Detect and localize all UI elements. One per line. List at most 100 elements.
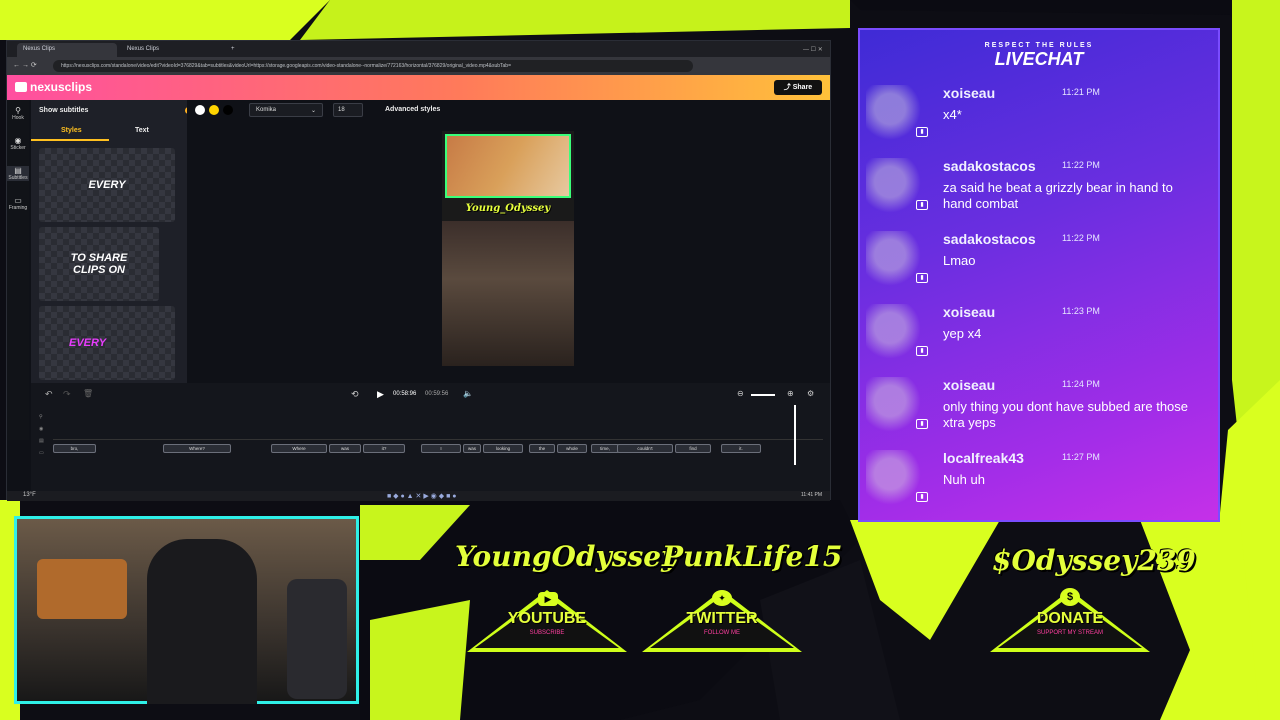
chat-time: 11:22 PM [1062, 233, 1100, 243]
youtube-sub: SUBSCRIBE [529, 630, 565, 636]
subtitle-chip[interactable]: I [421, 444, 461, 453]
chat-title: LIVECHAT [994, 49, 1084, 69]
twitter-label: TWITTER [686, 610, 758, 627]
tab-styles[interactable]: Styles [61, 127, 82, 134]
webcam-feed [14, 516, 359, 704]
editor-canvas: Komika ⌄ 18 Advanced styles Young_Odyssey [187, 100, 830, 383]
chat-text: yep x4 [943, 326, 982, 341]
subtitle-chip[interactable]: was [329, 444, 361, 453]
color-white-swatch[interactable] [195, 105, 205, 115]
subtitle-chip[interactable]: it. [721, 444, 761, 453]
chat-username: xoiseau [943, 304, 996, 320]
undo-icon[interactable]: ↶ [45, 389, 53, 400]
color-yellow-swatch[interactable] [209, 105, 219, 115]
chat-time: 11:23 PM [1062, 306, 1100, 316]
video-preview[interactable]: Young_Odyssey [442, 131, 574, 366]
app-logo[interactable]: nexusclips [15, 80, 92, 94]
track-line [53, 439, 823, 440]
thumbnail-text: EVERY [88, 179, 126, 191]
style-thumbnail[interactable]: EVERY [39, 306, 175, 380]
thumbnail-text: EVERY [69, 337, 107, 349]
size-input[interactable]: 18 [333, 103, 363, 117]
share-button[interactable]: ⤴ Share [774, 80, 822, 95]
new-tab-icon[interactable]: + [225, 43, 239, 57]
zoom-out-icon[interactable]: ⊖ [737, 389, 744, 398]
play-icon[interactable]: ▶ [377, 389, 384, 400]
window-controls[interactable]: — ☐ ✕ [797, 43, 827, 57]
twitch-icon: ▮ [916, 200, 928, 210]
cashapp-handle: $Odyssey239 [992, 544, 1196, 577]
zoom-in-icon[interactable]: ⊕ [787, 389, 794, 398]
facecam-preview [445, 134, 571, 198]
twitter-icon: ✦ [712, 590, 732, 606]
twitter-sub: FOLLOW ME [703, 630, 740, 636]
browser-tab-2[interactable]: Nexus Clips [121, 43, 221, 57]
tab-text[interactable]: Text [135, 127, 149, 134]
os-taskbar: 13°F ■ ◆ ● ▲ ✕ ▶ ◉ ◆ ■ ● 11:41 PM [7, 491, 830, 501]
nav-label: Sticker [10, 145, 26, 151]
tab-bar: Nexus Clips Nexus Clips + — ☐ ✕ [7, 41, 830, 57]
subtitle-chip[interactable]: looking [483, 444, 523, 453]
time-total: 00:59:56 [425, 391, 449, 397]
subtitle-chip[interactable]: find [675, 444, 711, 453]
youtube-label: YOUTUBE [507, 610, 587, 627]
advanced-styles-button[interactable]: Advanced styles [385, 106, 440, 113]
font-select[interactable]: Komika ⌄ [249, 103, 323, 117]
caption-text: Young_Odyssey [465, 203, 551, 214]
subtitle-chip[interactable]: time, [591, 444, 619, 453]
nav-label: Hook [12, 115, 24, 121]
share-icon: ⤴ [783, 84, 793, 91]
volume-icon[interactable]: 🔈 [463, 389, 473, 398]
nav-subtitles[interactable]: ▤ Subtitles [7, 166, 29, 181]
nav-sticker[interactable]: ◉ Sticker [7, 136, 29, 151]
rewind-icon[interactable]: ⟲ [351, 389, 359, 400]
delete-icon[interactable]: 🗑 [83, 389, 93, 398]
subtitle-chip[interactable]: bro, [53, 444, 96, 453]
subtitle-chip[interactable]: it? [363, 444, 405, 453]
hook-icon: ⚲ [15, 106, 21, 115]
thumbnail-text: TO SHARE CLIPS ON [70, 252, 128, 276]
livechat-panel: RESPECT THE RULES LIVECHAT ▮ xoiseau 11:21… [858, 28, 1220, 522]
chat-kicker: RESPECT THE RULES [984, 42, 1094, 49]
chat-time: 11:22 PM [1062, 160, 1100, 170]
chat-header: RESPECT THE RULES LIVECHAT [860, 42, 1218, 70]
style-thumbnail[interactable]: TO SHARE CLIPS ON [39, 227, 159, 301]
framing-icon: ▭ [14, 196, 22, 205]
twitch-icon: ▮ [916, 419, 928, 429]
taskbar-app-icons[interactable]: ■ ◆ ● ▲ ✕ ▶ ◉ ◆ ■ ● [387, 492, 456, 500]
redo-icon[interactable]: ↷ [63, 389, 71, 400]
zoom-slider[interactable] [751, 394, 775, 396]
video-caption: Young_Odyssey [442, 203, 574, 219]
settings-icon[interactable]: ⚙ [807, 389, 814, 398]
url-input[interactable]: https://nexusclips.com/standalone/video/… [53, 60, 693, 72]
nav-label: Subtitles [8, 175, 28, 181]
nav-label: Framing [8, 205, 28, 211]
size-value: 18 [338, 107, 345, 113]
logo-icon [15, 82, 27, 92]
subtitle-chip[interactable]: Where [271, 444, 327, 453]
tab-label: Nexus Clips [127, 46, 160, 52]
donate-sub: SUPPORT MY STREAM [1036, 630, 1103, 636]
twitch-icon: ▮ [916, 127, 928, 137]
subtitle-chip[interactable]: whole [557, 444, 587, 453]
subtitle-chip[interactable]: the [529, 444, 555, 453]
nav-framing[interactable]: ▭ Framing [7, 196, 29, 211]
browser-tab-1[interactable]: Nexus Clips [17, 43, 117, 57]
browser-window: Nexus Clips Nexus Clips + — ☐ ✕ ← → ⟳ ht… [6, 40, 831, 501]
playhead[interactable] [794, 405, 796, 465]
nav-arrows-icon[interactable]: ← → ⟳ [13, 61, 37, 69]
style-thumbnail[interactable]: EVERY [39, 148, 175, 222]
chat-username: localfreak43 [943, 450, 1024, 466]
couch-shape [37, 559, 127, 619]
chat-username: sadakostacos [943, 231, 1036, 247]
chat-text: Nuh uh [943, 472, 985, 487]
nav-hook[interactable]: ⚲ Hook [7, 106, 29, 121]
chat-username: xoiseau [943, 85, 996, 101]
stream-overlay: { "browser": { "tabs": ["Nexus Clips", "… [0, 0, 1280, 720]
subtitle-chip[interactable]: couldn't [617, 444, 673, 453]
color-black-swatch[interactable] [223, 105, 233, 115]
subtitle-chip[interactable]: Where? [163, 444, 231, 453]
subtitle-chip[interactable]: was [463, 444, 481, 453]
tab-label: Nexus Clips [23, 46, 56, 52]
dollar-icon: $ [1060, 588, 1080, 606]
